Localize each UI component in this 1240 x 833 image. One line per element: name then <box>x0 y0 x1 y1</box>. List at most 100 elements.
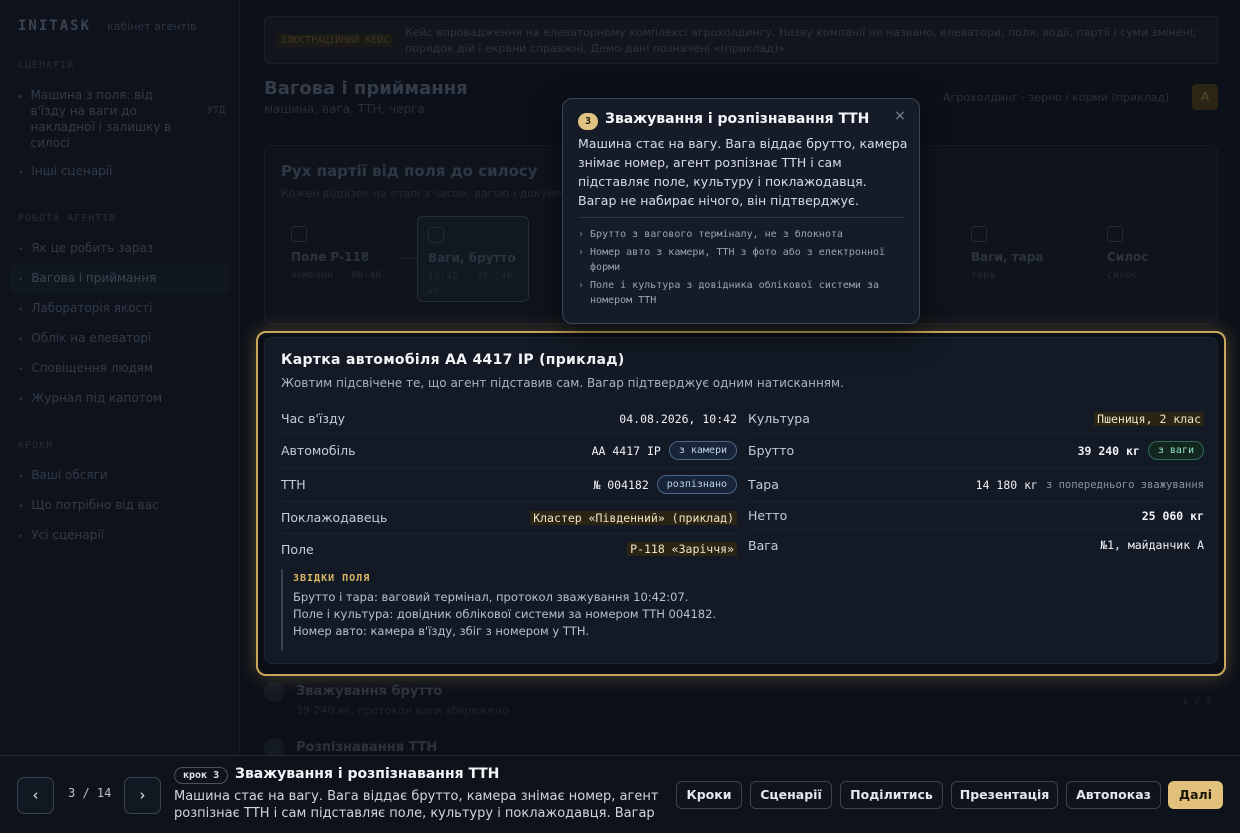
bullet-icon: • <box>18 395 24 405</box>
source-chip-camera: з камери <box>668 441 737 460</box>
sidebar-item[interactable]: • Що потрібно від вас <box>0 491 239 521</box>
sidebar-item-scenario[interactable]: ▸ Машина з поля: від в'їзду на ваги до н… <box>0 81 239 157</box>
step-title: Зважування і розпізнавання ТТН <box>235 766 500 782</box>
bullet-icon: • <box>18 472 24 482</box>
field-label: Брутто <box>748 443 795 458</box>
sidebar-item-label: Машина з поля: від в'їзду на ваги до нак… <box>30 88 172 150</box>
field-sources: ЗВІДКИ ПОЛЯ Брутто і тара: ваговий термі… <box>281 569 721 651</box>
car-card-subtitle: Жовтим підсвічене те, що агент підставив… <box>281 376 844 390</box>
car-card-highlight: Картка автомобіля АА 4417 ІР (приклад) Ж… <box>256 331 1226 676</box>
sidebar-item-label: Ваші обсяги <box>31 468 108 482</box>
stage-time: силос <box>1107 270 1138 281</box>
bullet-icon: • <box>18 532 24 542</box>
presentation-button[interactable]: Презентація <box>951 781 1058 809</box>
sidebar-item-label: Сповіщення людям <box>31 361 154 375</box>
brand-logo: INITASK <box>18 18 92 34</box>
stage-name: Ваги, тара <box>971 250 1044 264</box>
sidebar-item[interactable]: • Усі сценарії <box>0 521 239 551</box>
step-description: Машина стає на вагу. Вага віддає брутто,… <box>174 789 659 824</box>
page-title: Вагова і приймання <box>264 78 468 99</box>
bullet-icon: • <box>18 335 24 345</box>
sidebar-item-other-scenarios[interactable]: • Інші сценарії <box>0 157 239 187</box>
field-source-line: Поле і культура: довідник облікової сист… <box>293 607 717 621</box>
field-row-vehicle: Автомобіль АА 4417 ІР з камери <box>281 434 737 468</box>
sidebar-item[interactable]: • Облік на елеваторі <box>0 324 239 354</box>
flow-stage[interactable]: Поле Р-118 комбайн · 08:40 <box>281 216 393 302</box>
sidebar-section-next: КРОКИ <box>18 440 54 451</box>
field-value: 39 240 кг <box>1077 443 1140 458</box>
sidebar-item-label: Облік на елеваторі <box>31 331 152 345</box>
step-chip: крок 3 <box>174 767 229 784</box>
stage-time: комбайн · 08:40 <box>291 270 382 281</box>
sidebar-item-label: Як це робить зараз <box>31 241 154 255</box>
chevron-right-icon: › <box>578 229 585 240</box>
step-row-subtitle: 39 240 кг, протокол ваги збережено <box>296 704 509 717</box>
step-row-count: 1 / 2 <box>1181 696 1212 707</box>
flow-stage[interactable]: Ваги, тара тара <box>961 216 1073 302</box>
sidebar-item[interactable]: • Сповіщення людям <box>0 354 239 384</box>
scale-icon <box>428 227 444 243</box>
sidebar-item[interactable]: • Лабораторія якості <box>0 294 239 324</box>
next-button[interactable]: Далі <box>1168 781 1223 809</box>
next-step-arrow-button[interactable]: › <box>124 777 161 814</box>
field-value-autofilled: Р-118 «Зарiччя» <box>627 542 737 556</box>
field-row-ttn: ТТН № 004182 розпізнано <box>281 468 737 502</box>
sidebar: INITASK кабінет агентів СЦЕНАРІЙ ▸ Машин… <box>0 0 240 755</box>
sidebar-item[interactable]: • Вагова і приймання <box>10 264 229 294</box>
close-icon[interactable]: × <box>891 107 909 125</box>
source-chip-recognized: розпізнано <box>656 475 737 494</box>
sidebar-item-label: Усі сценарії <box>31 528 105 542</box>
step-row-title: Зважування брутто <box>296 684 443 699</box>
sidebar-item-badge: УТД <box>206 105 225 116</box>
field-row-scale: Вага №1, майданчик А <box>748 530 1204 560</box>
bullet-icon: • <box>18 365 24 375</box>
callout-text: Кейс впровадження на елеваторному компле… <box>405 26 1197 55</box>
sidebar-item[interactable]: • Ваші обсяги <box>0 461 239 491</box>
car-card: Картка автомобіля АА 4417 ІР (приклад) Ж… <box>264 337 1218 664</box>
bullet-icon: • <box>18 305 24 315</box>
tour-popover: 3 Зважування і розпізнавання ТТН × Машин… <box>562 98 920 324</box>
car-card-title: Картка автомобіля АА 4417 ІР (приклад) <box>281 352 625 368</box>
sidebar-item[interactable]: • Журнал під капотом <box>0 384 239 414</box>
page-subtitle: машина, вага, ТТН, черга <box>264 102 425 116</box>
sidebar-item-label: Інші сценарії <box>31 164 113 178</box>
field-label: Вага <box>748 537 779 553</box>
sidebar-item[interactable]: • Як це робить зараз <box>0 234 239 264</box>
field-row-tare: Тара 14 180 кг з попереднього зважування <box>748 468 1204 502</box>
brand: INITASK кабінет агентів <box>0 18 239 34</box>
stage-time: 10:42 · 39 240 кг <box>428 271 513 297</box>
flow-connector <box>397 258 417 259</box>
popover-point: › Брутто з вагового терміналу, не з блокн… <box>578 227 908 242</box>
scale-icon <box>971 226 987 242</box>
bullet-icon: • <box>18 245 24 255</box>
steps-button[interactable]: Кроки <box>676 781 742 809</box>
field-label: Поклажодавець <box>281 510 388 525</box>
step-number-badge: 3 <box>578 113 598 130</box>
field-row-net: Нетто 25 060 кг <box>748 502 1204 530</box>
popover-title: Зважування і розпізнавання ТТН <box>605 111 870 127</box>
autoplay-button[interactable]: Автопоказ <box>1066 781 1161 809</box>
share-button[interactable]: Поділитись <box>840 781 943 809</box>
sidebar-item-label: Лабораторія якості <box>31 301 153 315</box>
scenarios-button[interactable]: Сценарії <box>750 781 832 809</box>
stage-name: Поле Р-118 <box>291 250 370 264</box>
field-label: Тара <box>748 477 779 492</box>
field-sources-heading: ЗВІДКИ ПОЛЯ <box>293 573 371 584</box>
avatar[interactable]: А <box>1192 84 1218 110</box>
flow-stage[interactable]: Силос силос <box>1097 216 1209 302</box>
source-chip-scale: з ваги <box>1147 441 1204 460</box>
field-icon <box>291 226 307 242</box>
prev-step-button[interactable]: ‹ <box>17 777 54 814</box>
sidebar-item-label: Журнал під капотом <box>31 391 163 405</box>
sidebar-section-agents: РОБОТА АГЕНТІВ <box>18 213 117 224</box>
flow-subtitle: Кожен відрізок на етапі з часом, вагою і… <box>281 187 591 200</box>
popover-points: › Брутто з вагового терміналу, не з блокн… <box>578 227 908 311</box>
field-note: з попереднього зважування <box>1045 478 1204 491</box>
flow-stage-current[interactable]: Ваги, брутто 10:42 · 39 240 кг <box>417 216 529 302</box>
stage-name: Силос <box>1107 250 1149 264</box>
popover-point-text: Номер авто з камери, ТТН з фото або з ел… <box>590 247 886 273</box>
silo-icon <box>1107 226 1123 242</box>
field-value-autofilled: Пшениця, 2 клас <box>1094 411 1204 426</box>
callout-tag: ІЛЮСТРАЦІЙНИЙ КЕЙС <box>277 34 394 47</box>
field-value: АА 4417 ІР <box>591 443 661 458</box>
